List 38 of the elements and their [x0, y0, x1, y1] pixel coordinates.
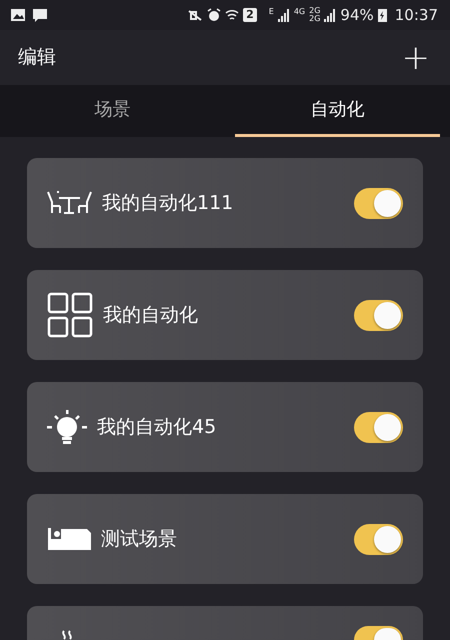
automation-card[interactable]: 我的自动化 — [27, 270, 423, 360]
automation-card[interactable]: 我的自动化45 — [27, 382, 423, 472]
toggle-switch[interactable] — [354, 300, 403, 330]
network-type-text: 4G — [294, 8, 306, 16]
automation-card[interactable] — [27, 606, 423, 640]
signal-icon — [278, 8, 290, 22]
clock-time: 10:37 — [394, 4, 438, 26]
add-button[interactable]: + — [400, 40, 432, 74]
toggle-switch[interactable] — [354, 524, 403, 554]
automation-name: 我的自动化111 — [102, 190, 234, 216]
automation-name: 测试场景 — [101, 526, 178, 552]
alarm-icon — [207, 8, 222, 22]
bed-icon — [47, 528, 91, 550]
toggle-switch[interactable] — [354, 412, 403, 442]
page-title: 编辑 — [18, 45, 56, 70]
network-type-text: 2G — [309, 7, 320, 15]
data-type-text: E — [268, 8, 274, 16]
vibrate-mute-icon — [187, 8, 204, 22]
battery-percent: 94% — [340, 4, 374, 26]
battery-icon — [378, 8, 387, 22]
toggle-switch[interactable] — [354, 188, 403, 218]
sim-slot-badge: 2 — [243, 8, 257, 22]
grid-icon — [47, 292, 93, 338]
lightbulb-icon — [47, 410, 87, 444]
wifi-icon — [225, 8, 240, 22]
toggle-switch[interactable] — [354, 626, 403, 640]
tab[interactable]: 场景 — [10, 85, 215, 137]
steam-icon — [61, 630, 73, 640]
table-icon — [47, 191, 92, 215]
message-icon — [32, 8, 48, 22]
image-icon — [10, 8, 26, 22]
automation-name: 我的自动化 — [103, 302, 199, 328]
network-type-text: 2G — [309, 15, 320, 23]
tab[interactable]: 自动化 — [235, 85, 440, 137]
automation-name: 我的自动化45 — [97, 414, 218, 440]
automation-card[interactable]: 测试场景 — [27, 494, 423, 584]
automation-card[interactable]: 我的自动化111 — [27, 158, 423, 248]
signal-icon — [324, 8, 336, 22]
